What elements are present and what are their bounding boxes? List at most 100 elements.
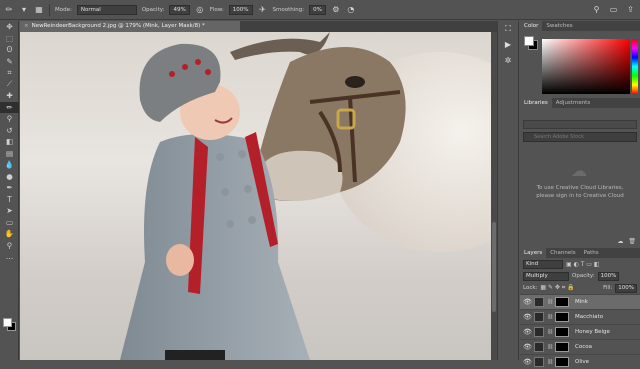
hat-pattern [169, 71, 175, 77]
layer-thumbnail[interactable] [534, 297, 544, 307]
lock-icons[interactable]: ▦ ✎ ✥ ⌗ 🔒 [540, 284, 574, 292]
flow-label: Flow: [209, 6, 224, 13]
visibility-eye-icon[interactable]: 👁 [523, 313, 532, 321]
close-tab-icon[interactable]: × [24, 23, 29, 29]
move-tool-icon[interactable]: ✥ [0, 21, 19, 33]
search-icon[interactable]: ⚲ [591, 4, 602, 15]
type-tool-icon[interactable]: T [0, 194, 19, 206]
stock-search-input[interactable]: Search Adobe Stock [523, 132, 637, 142]
layer-row[interactable]: 👁 ⛓ Mink [520, 294, 640, 309]
library-footer: ☁ 🗑 [520, 238, 640, 248]
blend-mode-select[interactable]: Multiply [523, 271, 569, 281]
tab-paths[interactable]: Paths [580, 248, 603, 258]
brush-panel-icon[interactable]: ▦ [34, 5, 44, 15]
layer-filter-row: Kind ▣ ◐ T ▭ ◧ [520, 258, 640, 270]
eraser-tool-icon[interactable]: ◧ [0, 136, 19, 148]
pressure-opacity-icon[interactable]: ◎ [195, 5, 205, 15]
flow-field[interactable]: 100% [228, 4, 253, 15]
layer-row[interactable]: 👁 ⛓ Macchiato [520, 309, 640, 324]
workspace-icon[interactable]: ▭ [608, 4, 619, 15]
link-chain-icon[interactable]: ⛓ [547, 329, 553, 335]
eyedropper-tool-icon[interactable]: ⟋ [0, 79, 19, 91]
gradient-tool-icon[interactable]: ▤ [0, 148, 19, 160]
layer-row[interactable]: 👁 ⛓ Olive [520, 354, 640, 369]
libraries-panel-tabs: Libraries Adjustments [520, 98, 640, 108]
divider [49, 3, 50, 16]
brush-settings-icon[interactable]: ✲ [498, 53, 518, 69]
pen-tool-icon[interactable]: ✒ [0, 182, 19, 194]
hand-tool-icon[interactable]: ✋ [0, 228, 19, 240]
visibility-eye-icon[interactable]: 👁 [523, 328, 532, 336]
cloud-sync-icon[interactable]: ☁ [617, 238, 623, 248]
fill-field[interactable]: 100% [615, 283, 637, 293]
visibility-eye-icon[interactable]: 👁 [523, 358, 532, 366]
trash-icon[interactable]: 🗑 [628, 238, 636, 248]
link-chain-icon[interactable]: ⛓ [547, 299, 553, 305]
foreground-color-swatch[interactable] [3, 318, 12, 327]
tab-channels[interactable]: Channels [546, 248, 579, 258]
link-chain-icon[interactable]: ⛓ [547, 314, 553, 320]
hue-slider[interactable] [632, 39, 638, 94]
library-dropdown[interactable] [523, 120, 637, 129]
tab-libraries[interactable]: Libraries [520, 98, 552, 108]
clone-stamp-icon[interactable]: ⚲ [0, 113, 19, 125]
tab-color[interactable]: Color [520, 21, 543, 31]
crop-tool-icon[interactable]: ⌗ [0, 67, 19, 79]
opacity-field[interactable]: 49% [169, 4, 190, 15]
marquee-tool-icon[interactable]: ⬚ [0, 33, 19, 45]
panel-foreground-swatch[interactable] [524, 36, 534, 46]
share-icon[interactable]: ⇪ [625, 4, 636, 15]
layer-name: Macchiato [575, 314, 604, 320]
pressure-size-icon[interactable]: ◔ [346, 5, 356, 15]
tab-adjustments[interactable]: Adjustments [552, 98, 594, 108]
tab-layers[interactable]: Layers [520, 248, 547, 258]
actions-play-icon[interactable]: ▶ [498, 37, 518, 53]
history-panel-icon[interactable]: ⛶ [498, 21, 518, 37]
coat-button [226, 220, 234, 228]
coat-button [221, 188, 229, 196]
layer-mask-thumbnail[interactable] [555, 327, 569, 337]
photo-illustration [120, 32, 491, 360]
more-tools-icon[interactable]: … [0, 251, 19, 263]
link-chain-icon[interactable]: ⛓ [547, 344, 553, 350]
libraries-panel: Search Adobe Stock ☁ To use Creative Clo… [520, 108, 640, 248]
scrollbar-thumb[interactable] [492, 222, 496, 312]
history-brush-icon[interactable]: ↺ [0, 125, 19, 137]
kind-filter-select[interactable]: Kind [523, 259, 563, 269]
visibility-eye-icon[interactable]: 👁 [523, 343, 532, 351]
color-field[interactable] [542, 39, 630, 94]
brush-tool-icon[interactable]: ✏ [0, 101, 19, 113]
blur-tool-icon[interactable]: 💧 [0, 159, 19, 171]
layer-thumbnail[interactable] [534, 312, 544, 322]
smoothing-settings-gear-icon[interactable]: ⚙ [331, 5, 341, 15]
airbrush-icon[interactable]: ✈ [258, 5, 268, 15]
layer-list: 👁 ⛓ Mink 👁 ⛓ Macchiato 👁 ⛓ Honey Beige 👁 ⛓ Cocoa 👁 ⛓ O… [520, 294, 640, 369]
layer-row[interactable]: 👁 ⛓ Cocoa [520, 339, 640, 354]
image-canvas[interactable] [20, 32, 491, 360]
smoothing-field[interactable]: 0% [309, 4, 326, 15]
layer-mask-thumbnail[interactable] [555, 357, 569, 367]
layer-row[interactable]: 👁 ⛓ Honey Beige [520, 324, 640, 339]
healing-brush-icon[interactable]: ✚ [0, 90, 19, 102]
layer-opacity-field[interactable]: 100% [597, 271, 620, 281]
visibility-eye-icon[interactable]: 👁 [523, 298, 532, 306]
layer-mask-thumbnail[interactable] [555, 312, 569, 322]
filter-icons[interactable]: ▣ ◐ T ▭ ◧ [566, 261, 600, 268]
dodge-tool-icon[interactable]: ● [0, 171, 19, 183]
mode-select[interactable]: Normal [76, 4, 137, 15]
right-panels: Color Swatches Libraries Adjustments Sea… [520, 21, 640, 367]
shape-tool-icon[interactable]: ▭ [0, 217, 19, 229]
layer-mask-thumbnail[interactable] [555, 297, 569, 307]
lasso-tool-icon[interactable]: ʘ [0, 44, 19, 56]
document-tab[interactable]: × NewReindeerBackground 2.jpg @ 179% (Min… [20, 21, 240, 32]
layer-thumbnail[interactable] [534, 357, 544, 367]
brush-size-dropdown-icon[interactable]: ▾ [19, 5, 29, 15]
path-select-icon[interactable]: ➤ [0, 205, 19, 217]
tab-swatches[interactable]: Swatches [542, 21, 576, 31]
layer-thumbnail[interactable] [534, 342, 544, 352]
quick-select-tool-icon[interactable]: ✎ [0, 56, 19, 68]
layer-mask-thumbnail[interactable] [555, 342, 569, 352]
brush-preset-icon[interactable]: ✏ [4, 5, 14, 15]
layer-thumbnail[interactable] [534, 327, 544, 337]
zoom-tool-icon[interactable]: ⚲ [0, 240, 19, 252]
